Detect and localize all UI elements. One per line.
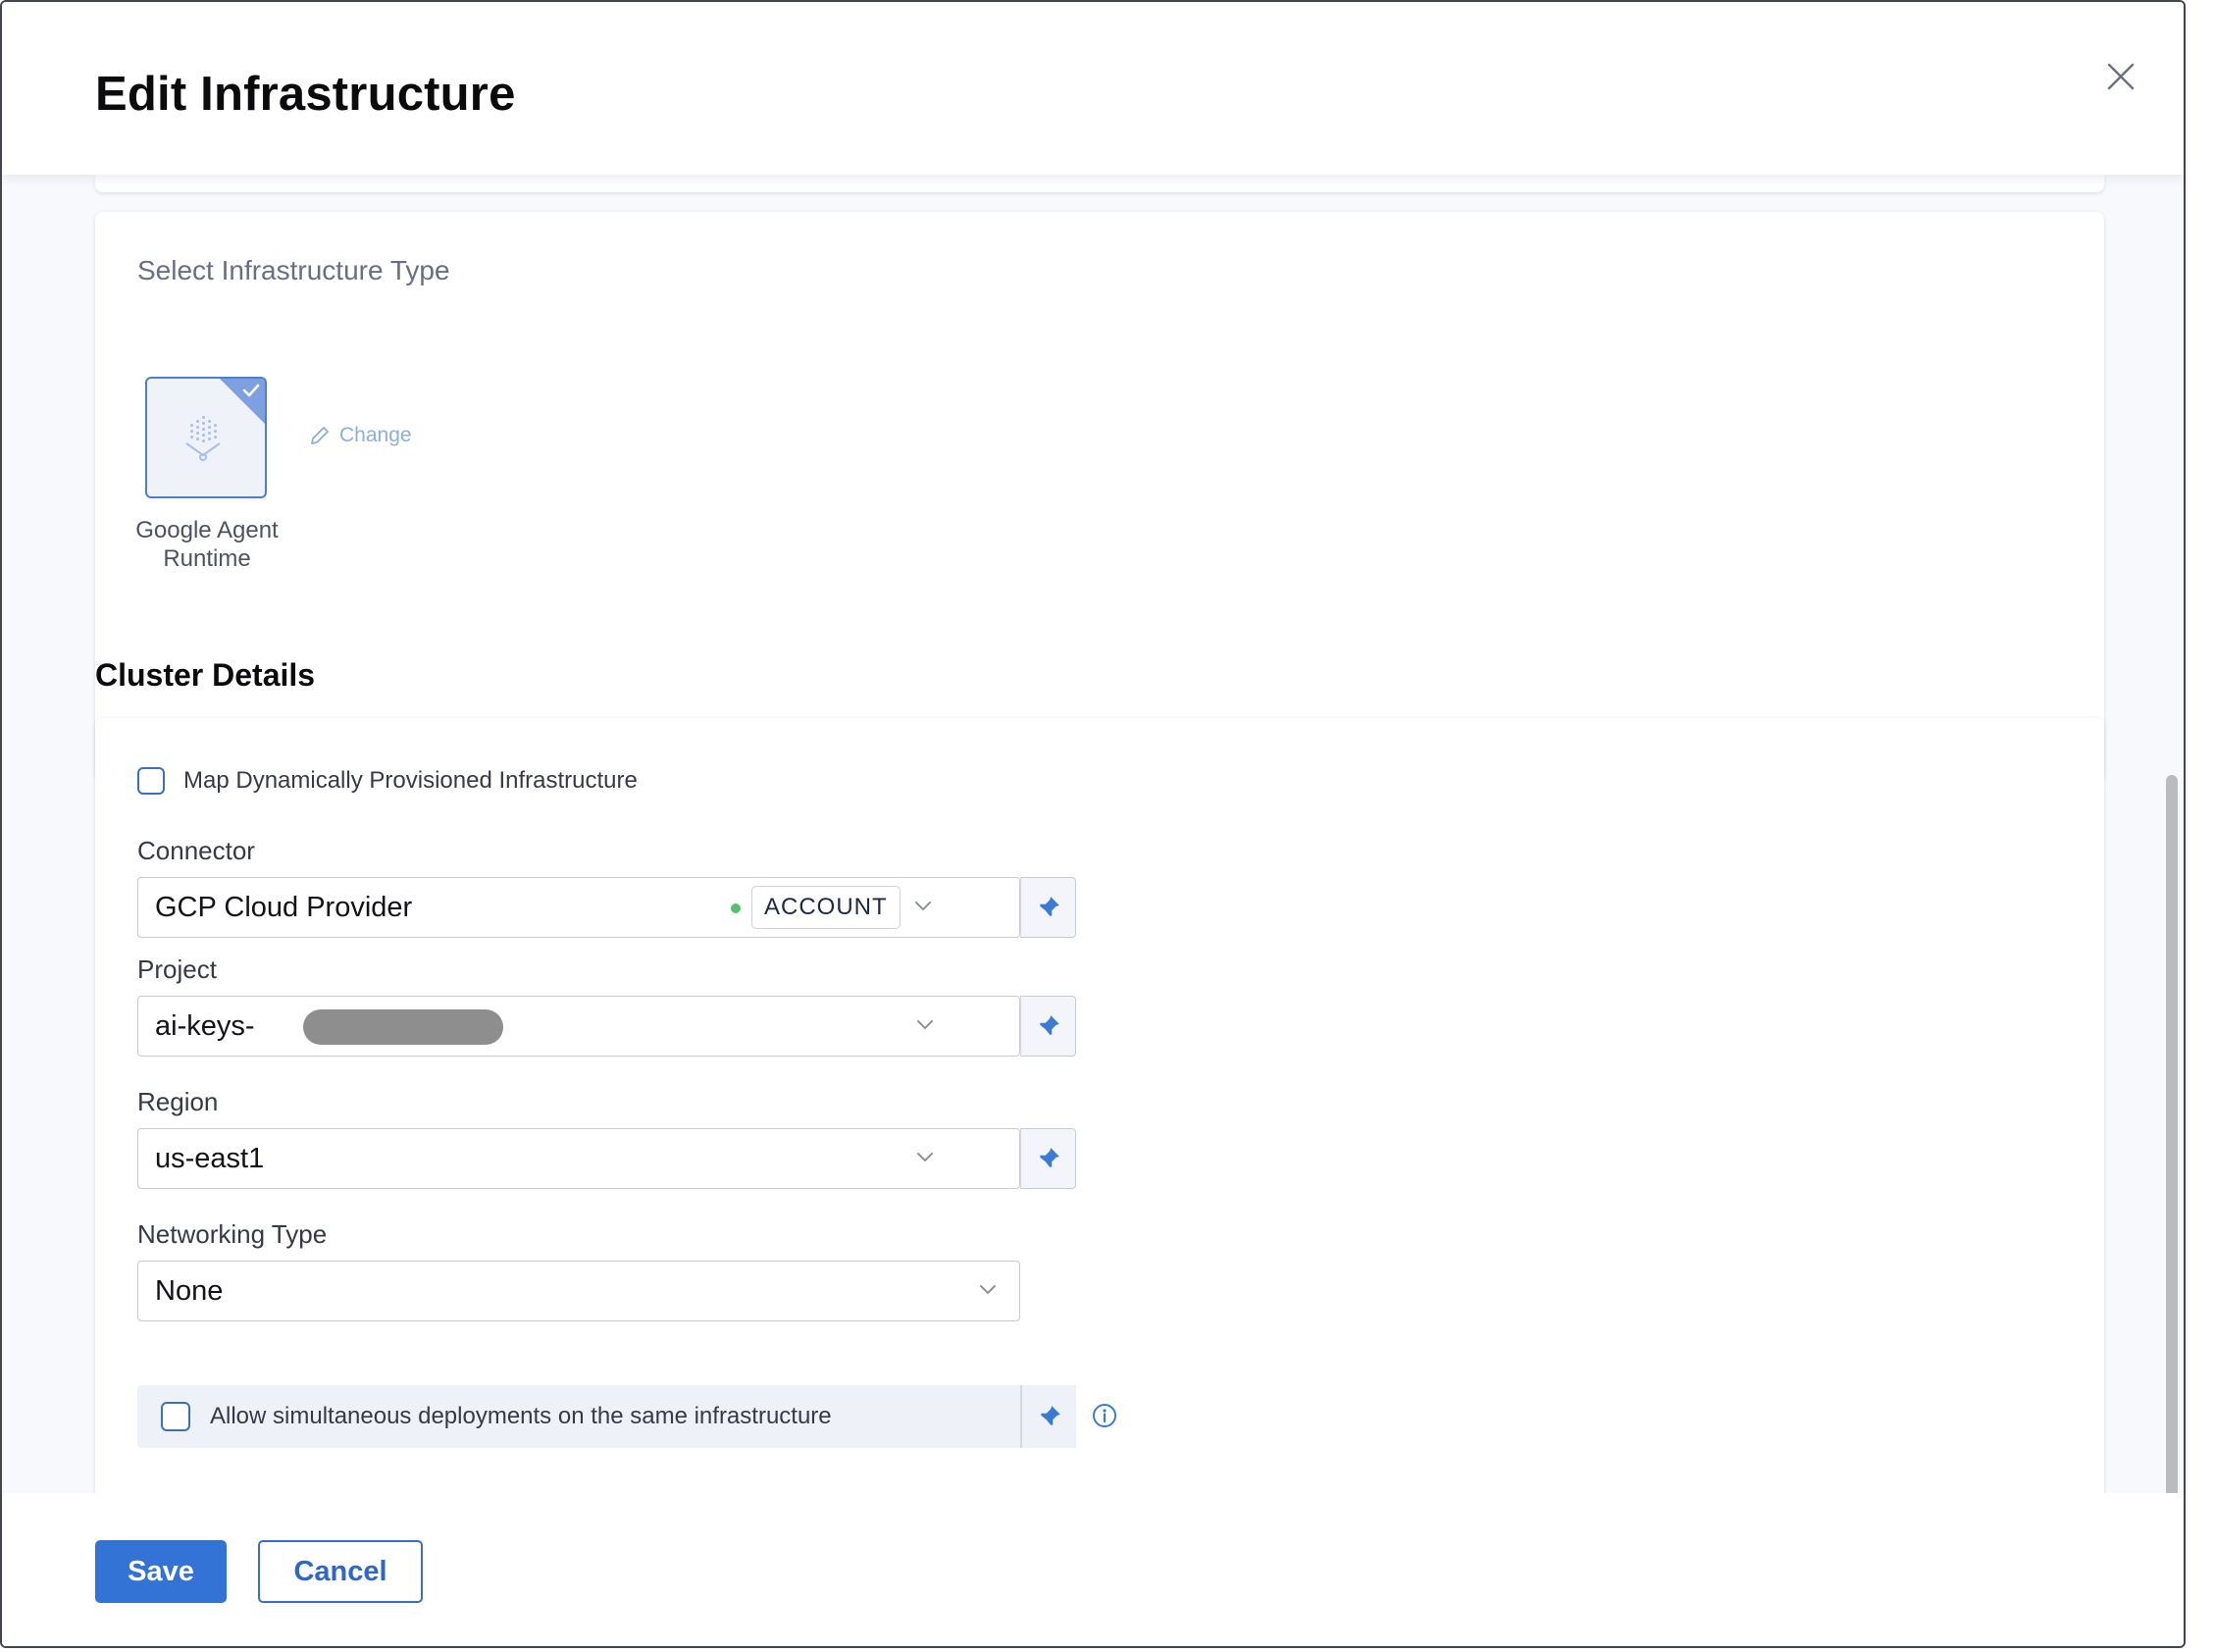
pin-icon xyxy=(1038,1148,1059,1168)
google-agent-runtime-icon xyxy=(185,416,221,461)
connector-select[interactable]: GCP Cloud Provider ACCOUNT xyxy=(137,877,1020,938)
dialog-footer: Save Cancel xyxy=(2,1493,2184,1646)
pencil-icon xyxy=(311,427,329,444)
region-pin-button[interactable] xyxy=(1020,1128,1076,1189)
networking-type-label: Networking Type xyxy=(137,1219,328,1249)
networking-type-value: None xyxy=(155,1275,224,1307)
allow-simultaneous-checkbox[interactable] xyxy=(161,1402,190,1431)
cluster-details-card: Map Dynamically Provisioned Infrastructu… xyxy=(95,718,2104,1493)
connector-pin-button[interactable] xyxy=(1020,877,1076,938)
info-icon[interactable] xyxy=(1092,1403,1117,1428)
connector-value: GCP Cloud Provider xyxy=(155,892,413,923)
dialog-header: Edit Infrastructure xyxy=(2,2,2184,175)
project-value: ai-keys- xyxy=(155,1010,255,1042)
allow-simultaneous-pin-button[interactable] xyxy=(1020,1385,1076,1448)
map-dynamic-row[interactable]: Map Dynamically Provisioned Infrastructu… xyxy=(137,767,638,795)
previous-card-edge xyxy=(95,175,2104,192)
region-select[interactable]: us-east1 xyxy=(137,1128,1020,1189)
allow-simultaneous-row[interactable]: Allow simultaneous deployments on the sa… xyxy=(137,1385,1062,1448)
map-dynamic-label: Map Dynamically Provisioned Infrastructu… xyxy=(183,767,638,794)
section-label: Select Infrastructure Type xyxy=(137,255,450,285)
check-icon xyxy=(242,384,260,397)
chevron-down-icon xyxy=(915,902,931,911)
connector-scope-badge: ACCOUNT xyxy=(751,886,901,929)
dialog-body[interactable]: Select Infrastructure Type Google Agent … xyxy=(2,175,2184,1493)
edit-infrastructure-dialog: Edit Infrastructure Select Infrastructur… xyxy=(0,0,2186,1648)
infra-type-tile-label: Google Agent Runtime xyxy=(135,517,279,572)
chevron-down-icon xyxy=(917,1020,933,1030)
pin-icon xyxy=(1039,1406,1060,1426)
pin-icon xyxy=(1038,1015,1059,1036)
region-value: us-east1 xyxy=(155,1143,265,1174)
change-infra-type-link[interactable]: Change xyxy=(308,424,412,447)
cancel-button[interactable]: Cancel xyxy=(258,1540,423,1603)
chevron-down-icon xyxy=(917,1153,933,1162)
chevron-down-icon xyxy=(980,1285,996,1295)
pin-icon xyxy=(1038,897,1059,917)
map-dynamic-checkbox[interactable] xyxy=(137,767,165,795)
cluster-details-heading: Cluster Details xyxy=(95,657,316,693)
scrollbar[interactable] xyxy=(2160,175,2184,1501)
region-label: Region xyxy=(137,1087,219,1116)
dialog-title: Edit Infrastructure xyxy=(95,68,516,121)
redacted-text xyxy=(303,1009,503,1045)
infrastructure-type-card: Select Infrastructure Type Google Agent … xyxy=(95,212,2104,781)
project-select[interactable]: ai-keys- xyxy=(137,996,1020,1057)
scrollbar-thumb[interactable] xyxy=(2166,775,2178,1501)
close-icon[interactable] xyxy=(2101,57,2140,96)
allow-simultaneous-label: Allow simultaneous deployments on the sa… xyxy=(210,1403,832,1429)
project-label: Project xyxy=(137,955,217,984)
connector-label: Connector xyxy=(137,836,255,865)
change-link-label: Change xyxy=(339,424,412,446)
connector-status-dot xyxy=(731,903,741,913)
save-button[interactable]: Save xyxy=(95,1540,227,1603)
project-pin-button[interactable] xyxy=(1020,996,1076,1057)
networking-type-select[interactable]: None xyxy=(137,1261,1020,1321)
infra-type-tile-google-agent-runtime[interactable] xyxy=(145,377,267,498)
